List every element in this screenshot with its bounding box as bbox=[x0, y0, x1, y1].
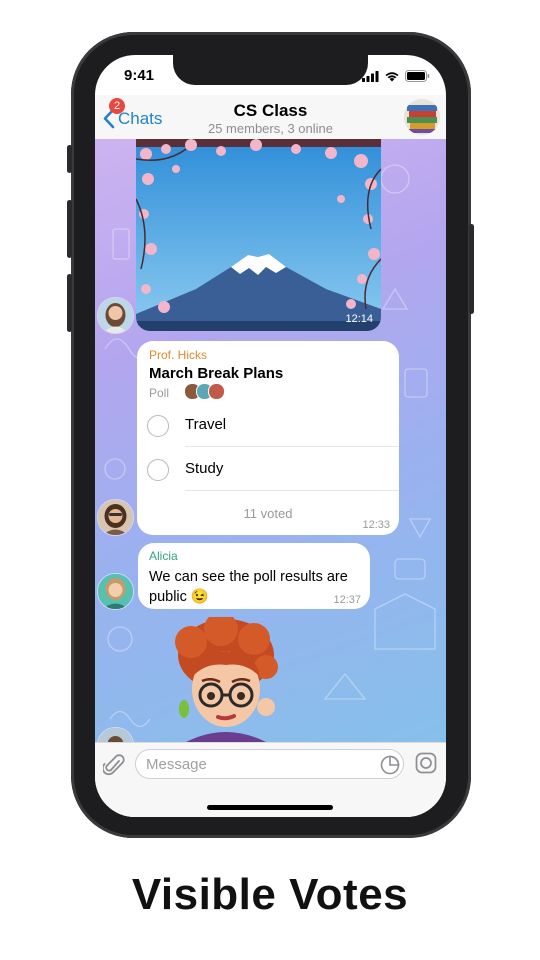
volume-up-button bbox=[67, 200, 72, 258]
poll-voted-count[interactable]: 11 voted bbox=[137, 506, 399, 521]
sender-avatar[interactable] bbox=[97, 297, 134, 334]
books-avatar-image bbox=[404, 99, 440, 135]
sender-avatar[interactable] bbox=[97, 499, 134, 536]
chat-area[interactable]: 12:14 Prof. Hicks March Break Plans Poll bbox=[95, 139, 446, 742]
option-label: Study bbox=[185, 460, 224, 477]
home-indicator[interactable] bbox=[207, 805, 333, 810]
promo-caption: Visible Votes bbox=[131, 870, 409, 919]
chat-subtitle: 25 members, 3 online bbox=[207, 121, 333, 136]
poll-voters[interactable] bbox=[184, 383, 225, 400]
wifi-icon bbox=[385, 71, 399, 81]
status-time: 9:41 bbox=[124, 67, 155, 84]
message-time: 12:33 bbox=[362, 519, 390, 531]
paperclip-icon[interactable] bbox=[103, 753, 125, 777]
poll-message[interactable]: Prof. Hicks March Break Plans Poll Trave… bbox=[137, 341, 399, 535]
chat-title[interactable]: CS Class bbox=[95, 101, 446, 121]
option-label: Travel bbox=[185, 416, 227, 433]
sticker-icon[interactable] bbox=[380, 755, 400, 775]
option-radio[interactable] bbox=[147, 459, 169, 481]
divider bbox=[185, 490, 399, 491]
battery-icon bbox=[405, 70, 430, 82]
poll-option[interactable]: Travel bbox=[147, 403, 399, 447]
phone-screen: 9:41 Chats 2 CS Class 25 members, 3 onli… bbox=[95, 55, 446, 817]
voter-avatar bbox=[208, 383, 225, 400]
avatar-image bbox=[98, 500, 133, 535]
mount-fuji-photo bbox=[136, 139, 381, 331]
text-message[interactable]: Alicia We can see the poll results are p… bbox=[138, 543, 370, 609]
avatar-image bbox=[98, 298, 133, 333]
sticker-message[interactable] bbox=[166, 612, 286, 742]
option-radio[interactable] bbox=[147, 415, 169, 437]
status-icons bbox=[362, 70, 430, 82]
chat-header: Chats 2 CS Class 25 members, 3 online bbox=[95, 95, 446, 139]
camera-icon[interactable] bbox=[415, 752, 437, 774]
unread-badge: 2 bbox=[109, 98, 125, 114]
message-input[interactable] bbox=[135, 749, 404, 779]
poll-type-label: Poll bbox=[149, 386, 170, 400]
poll-sender[interactable]: Prof. Hicks bbox=[149, 348, 207, 362]
photo-message[interactable]: 12:14 bbox=[136, 139, 381, 331]
message-sender[interactable]: Alicia bbox=[149, 549, 178, 563]
message-text: We can see the poll results are public 😉 bbox=[149, 569, 348, 605]
photo-time: 12:14 bbox=[345, 313, 373, 325]
silent-switch bbox=[67, 145, 72, 173]
group-avatar[interactable] bbox=[404, 99, 440, 135]
poll-question: March Break Plans bbox=[149, 365, 284, 382]
notch bbox=[173, 55, 368, 85]
poll-option[interactable]: Study bbox=[147, 447, 399, 491]
avatar-image bbox=[98, 574, 133, 609]
redhead-sticker-image bbox=[175, 612, 278, 742]
message-time: 12:37 bbox=[333, 594, 361, 606]
volume-down-button bbox=[67, 274, 72, 332]
sender-avatar[interactable] bbox=[97, 573, 134, 610]
power-button bbox=[469, 224, 474, 314]
